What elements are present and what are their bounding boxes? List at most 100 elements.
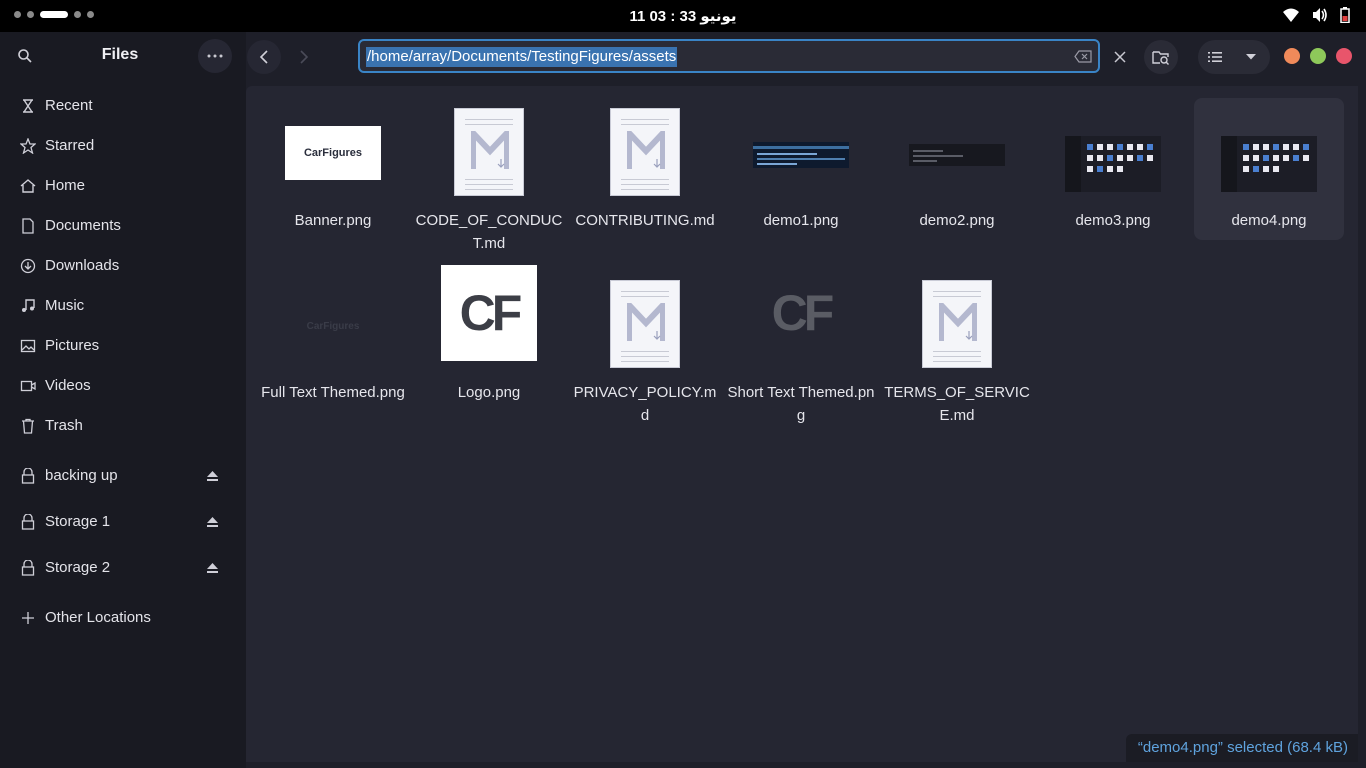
file-name: demo1.png	[763, 212, 839, 229]
sidebar-item-label: Storage 1	[45, 513, 111, 530]
file-name: PRIVACY_POLICY.md	[573, 384, 717, 424]
file-item[interactable]: CONTRIBUTING.md	[570, 98, 720, 240]
sidebar-item-downloads[interactable]: Downloads	[0, 249, 246, 283]
menu-button[interactable]	[198, 39, 232, 73]
location-entry[interactable]: /home/array/Documents/TestingFigures/ass…	[358, 39, 1100, 73]
clock[interactable]: 11 يونيو 33 : 03	[0, 7, 1366, 25]
chevron-down-icon	[1246, 54, 1256, 60]
banner-thumbnail: CarFigures	[285, 126, 381, 180]
sidebar: Files Recent Starred Home Documents Down…	[0, 32, 246, 768]
close-icon	[1114, 51, 1126, 63]
view-options-dropdown[interactable]	[1234, 40, 1268, 74]
screenshot-thumbnail	[909, 144, 1005, 166]
sidebar-item-home[interactable]: Home	[0, 169, 246, 203]
search-button[interactable]	[8, 39, 42, 73]
file-item[interactable]: CF Logo.png	[414, 265, 564, 412]
file-thumbnail	[414, 108, 564, 196]
backspace-icon[interactable]	[1074, 50, 1092, 63]
file-thumbnail	[882, 108, 1032, 166]
document-icon	[22, 218, 34, 234]
logo-thumbnail: CF	[441, 265, 537, 361]
system-tray[interactable]	[1282, 7, 1350, 23]
thumbnail-text: CarFigures	[303, 147, 363, 159]
trash-icon	[22, 418, 34, 434]
system-top-bar: 11 يونيو 33 : 03	[0, 0, 1366, 32]
list-icon	[1208, 52, 1222, 62]
volume-icon[interactable]	[1312, 7, 1328, 23]
file-thumbnail	[570, 108, 720, 196]
back-button[interactable]	[247, 40, 281, 74]
status-label: “demo4.png” selected (68.4 kB)	[1125, 734, 1358, 762]
star-icon	[20, 138, 36, 154]
clock-icon	[23, 99, 33, 113]
battery-icon[interactable]	[1340, 7, 1350, 23]
sidebar-item-label: Starred	[45, 137, 95, 154]
close-location-button[interactable]	[1103, 40, 1137, 74]
download-icon	[20, 258, 36, 274]
search-icon	[18, 49, 32, 63]
sidebar-item-recent[interactable]: Recent	[0, 89, 246, 123]
sidebar-item-label: Recent	[45, 97, 93, 114]
forward-button[interactable]	[287, 40, 321, 74]
file-item[interactable]: demo1.png	[726, 98, 876, 240]
sidebar-item-label: Storage 2	[45, 559, 111, 576]
wifi-icon[interactable]	[1282, 7, 1300, 23]
file-item[interactable]: demo2.png	[882, 98, 1032, 240]
picture-icon	[20, 339, 36, 353]
sidebar-item-other-locations[interactable]: Other Locations	[0, 601, 246, 635]
file-item[interactable]: CODE_OF_CONDUCT.md	[414, 98, 564, 252]
sidebar-item-music[interactable]: Music	[0, 289, 246, 323]
file-item[interactable]: PRIVACY_POLICY.md	[570, 270, 720, 424]
chevron-left-icon	[259, 50, 268, 64]
sidebar-header: Files	[0, 32, 246, 80]
eject-icon[interactable]	[206, 516, 219, 528]
sidebar-item-documents[interactable]: Documents	[0, 209, 246, 243]
file-item[interactable]: TERMS_OF_SERVICE.md	[882, 270, 1032, 424]
file-thumbnail: CF	[726, 265, 876, 361]
eject-icon[interactable]	[206, 470, 219, 482]
file-thumbnail	[1038, 108, 1188, 192]
themed-logo-thumbnail: CF	[771, 285, 835, 341]
file-name: Logo.png	[457, 384, 521, 401]
list-view-button[interactable]	[1198, 40, 1232, 74]
file-item[interactable]: CF Short Text Themed.png	[726, 270, 876, 424]
markdown-thumbnail	[610, 108, 680, 196]
file-item[interactable]: demo4.png	[1194, 98, 1344, 240]
file-grid[interactable]: CarFigures Banner.png CODE_OF_CONDUCT.md …	[246, 86, 1358, 762]
markdown-thumbnail	[610, 280, 680, 368]
file-thumbnail	[570, 280, 720, 368]
file-item[interactable]: demo3.png	[1038, 98, 1188, 240]
file-item[interactable]: CarFigures Full Text Themed.png	[258, 270, 408, 412]
drive-icon	[21, 514, 35, 530]
sidebar-item-label: Videos	[45, 377, 91, 394]
screenshot-thumbnail	[753, 142, 849, 168]
markdown-thumbnail	[922, 280, 992, 368]
sidebar-item-label: Music	[45, 297, 85, 314]
file-name: demo3.png	[1075, 212, 1151, 229]
location-text[interactable]: /home/array/Documents/TestingFigures/ass…	[366, 47, 678, 67]
view-switcher	[1198, 40, 1270, 74]
maximize-button[interactable]	[1310, 48, 1326, 64]
file-item[interactable]: CarFigures Banner.png	[258, 98, 408, 240]
markdown-thumbnail	[454, 108, 524, 196]
search-folder-button[interactable]	[1144, 40, 1178, 74]
folder-search-icon	[1152, 51, 1169, 65]
file-thumbnail: CarFigures	[258, 108, 408, 180]
sidebar-item-videos[interactable]: Videos	[0, 369, 246, 403]
screenshot-thumbnail	[1065, 136, 1161, 192]
file-name: TERMS_OF_SERVICE.md	[884, 384, 1030, 424]
sidebar-item-storage-1[interactable]: Storage 1	[0, 505, 246, 539]
sidebar-item-starred[interactable]: Starred	[0, 129, 246, 163]
sidebar-item-pictures[interactable]: Pictures	[0, 329, 246, 363]
minimize-button[interactable]	[1284, 48, 1300, 64]
chevron-right-icon	[300, 50, 309, 64]
sidebar-item-trash[interactable]: Trash	[0, 409, 246, 443]
close-window-button[interactable]	[1336, 48, 1352, 64]
sidebar-item-backing-up[interactable]: backing up	[0, 459, 246, 493]
sidebar-item-storage-2[interactable]: Storage 2	[0, 551, 246, 585]
sidebar-item-label: Downloads	[45, 257, 120, 274]
file-name: Banner.png	[294, 212, 372, 229]
screenshot-thumbnail	[1221, 136, 1317, 192]
file-name: CONTRIBUTING.md	[575, 212, 715, 229]
eject-icon[interactable]	[206, 562, 219, 574]
